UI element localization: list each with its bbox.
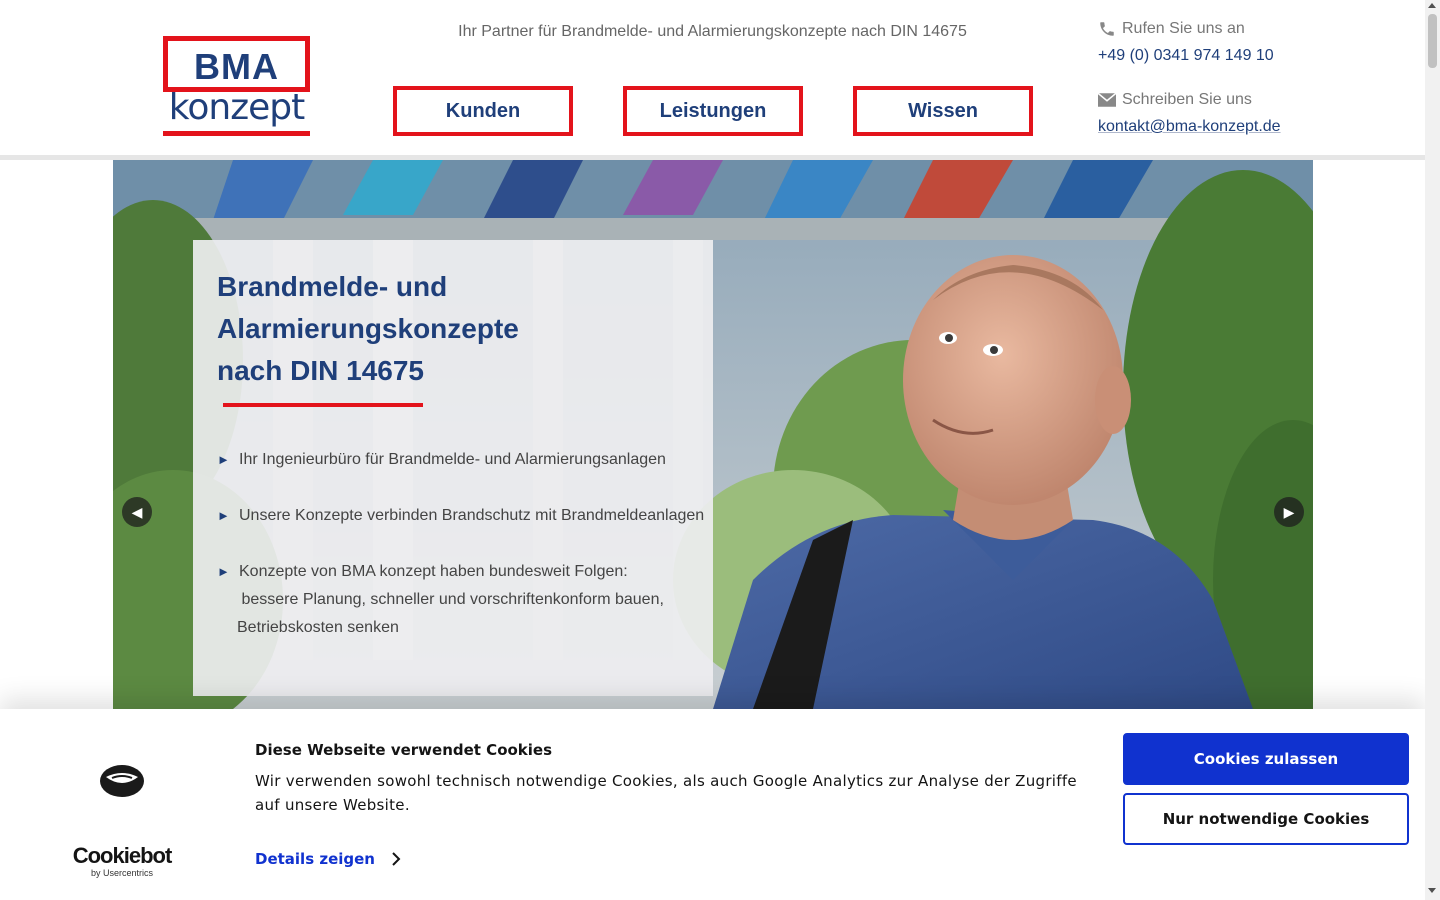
hero-title: Brandmelde- und Alarmierungskonzepte nac… <box>217 271 519 386</box>
chevron-right-icon <box>392 852 401 866</box>
hero-bullet: ► Unsere Konzepte verbinden Brandschutz … <box>217 502 704 530</box>
scroll-thumb[interactable] <box>1428 14 1437 68</box>
bullet-arrow-icon: ► <box>217 564 230 579</box>
cookiebot-brand: Cookiebot by Usercentrics <box>72 843 173 879</box>
hero-text-card: Brandmelde- und Alarmierungskonzepte nac… <box>193 240 713 696</box>
slider-prev-button[interactable]: ◀ <box>122 497 152 527</box>
nav-wissen[interactable]: Wissen <box>853 86 1033 136</box>
phone-label: Rufen Sie uns an <box>1098 20 1245 38</box>
cookie-banner: Cookiebot by Usercentrics Diese Webseite… <box>0 709 1425 900</box>
cookie-title: Diese Webseite verwendet Cookies <box>255 741 553 759</box>
bullet-arrow-icon: ► <box>217 508 230 523</box>
site-header: BMA konzept Ihr Partner für Brandmelde- … <box>0 0 1425 156</box>
nav-kunden[interactable]: Kunden <box>393 86 573 136</box>
logo-konzept-text: konzept <box>168 87 305 128</box>
title-underline <box>223 403 423 407</box>
page-scrollbar[interactable] <box>1425 0 1440 900</box>
bullet-arrow-icon: ► <box>217 452 230 467</box>
hero-bullet: ► Konzepte von BMA konzept haben bundesw… <box>217 558 697 642</box>
nav-leistungen[interactable]: Leistungen <box>623 86 803 136</box>
phone-icon <box>1100 22 1114 36</box>
phone-link[interactable]: +49 (0) 0341 974 149 10 <box>1098 47 1274 65</box>
mail-icon <box>1098 93 1116 107</box>
logo[interactable]: BMA konzept <box>163 36 310 136</box>
logo-bma-text: BMA <box>194 46 279 87</box>
scroll-down-icon[interactable] <box>1428 888 1436 893</box>
necessary-cookies-button[interactable]: Nur notwendige Cookies <box>1123 793 1409 845</box>
hero-bullet: ► Ihr Ingenieurbüro für Brandmelde- und … <box>217 446 666 474</box>
email-label: Schreiben Sie uns <box>1098 91 1252 109</box>
email-link[interactable]: kontakt@bma-konzept.de <box>1098 118 1281 136</box>
logo-top-frame: BMA <box>163 36 310 92</box>
hero-slider: Brandmelde- und Alarmierungskonzepte nac… <box>113 160 1313 709</box>
header-tagline: Ihr Partner für Brandmelde- und Alarmier… <box>458 23 967 40</box>
cookie-details-link[interactable]: Details zeigen <box>255 850 401 868</box>
slider-next-button[interactable]: ▶ <box>1274 497 1304 527</box>
cookie-text: Wir verwenden sowohl technisch notwendig… <box>255 772 1077 814</box>
allow-cookies-button[interactable]: Cookies zulassen <box>1123 733 1409 785</box>
scroll-up-icon[interactable] <box>1428 3 1436 8</box>
cookiebot-logo-icon <box>100 765 144 797</box>
